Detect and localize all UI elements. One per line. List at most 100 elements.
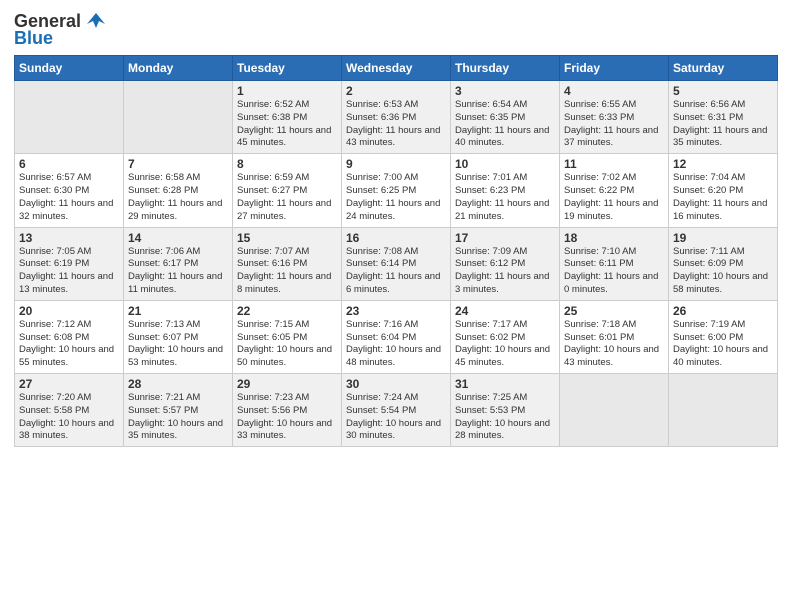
day-number: 12 xyxy=(673,157,773,171)
day-info: Sunrise: 7:05 AM Sunset: 6:19 PM Dayligh… xyxy=(19,246,119,297)
calendar-week-row: 13Sunrise: 7:05 AM Sunset: 6:19 PM Dayli… xyxy=(15,227,778,300)
day-number: 23 xyxy=(346,304,446,318)
weekday-header-wednesday: Wednesday xyxy=(342,56,451,81)
weekday-header-tuesday: Tuesday xyxy=(233,56,342,81)
day-number: 18 xyxy=(564,231,664,245)
day-info: Sunrise: 7:24 AM Sunset: 5:54 PM Dayligh… xyxy=(346,392,446,443)
calendar-cell xyxy=(15,81,124,154)
day-info: Sunrise: 7:07 AM Sunset: 6:16 PM Dayligh… xyxy=(237,246,337,297)
day-number: 21 xyxy=(128,304,228,318)
calendar-cell: 4Sunrise: 6:55 AM Sunset: 6:33 PM Daylig… xyxy=(560,81,669,154)
day-number: 8 xyxy=(237,157,337,171)
day-number: 6 xyxy=(19,157,119,171)
calendar-cell xyxy=(124,81,233,154)
day-number: 9 xyxy=(346,157,446,171)
calendar-cell: 23Sunrise: 7:16 AM Sunset: 6:04 PM Dayli… xyxy=(342,300,451,373)
page-header: General Blue xyxy=(14,10,778,49)
calendar-cell: 25Sunrise: 7:18 AM Sunset: 6:01 PM Dayli… xyxy=(560,300,669,373)
calendar-cell: 2Sunrise: 6:53 AM Sunset: 6:36 PM Daylig… xyxy=(342,81,451,154)
day-number: 15 xyxy=(237,231,337,245)
day-number: 5 xyxy=(673,84,773,98)
calendar-cell: 26Sunrise: 7:19 AM Sunset: 6:00 PM Dayli… xyxy=(669,300,778,373)
day-number: 16 xyxy=(346,231,446,245)
day-number: 30 xyxy=(346,377,446,391)
calendar-cell: 11Sunrise: 7:02 AM Sunset: 6:22 PM Dayli… xyxy=(560,154,669,227)
calendar-week-row: 27Sunrise: 7:20 AM Sunset: 5:58 PM Dayli… xyxy=(15,374,778,447)
logo: General Blue xyxy=(14,10,107,49)
calendar-cell: 16Sunrise: 7:08 AM Sunset: 6:14 PM Dayli… xyxy=(342,227,451,300)
calendar-cell: 22Sunrise: 7:15 AM Sunset: 6:05 PM Dayli… xyxy=(233,300,342,373)
day-info: Sunrise: 6:57 AM Sunset: 6:30 PM Dayligh… xyxy=(19,172,119,223)
day-number: 13 xyxy=(19,231,119,245)
day-info: Sunrise: 7:23 AM Sunset: 5:56 PM Dayligh… xyxy=(237,392,337,443)
day-number: 28 xyxy=(128,377,228,391)
calendar-cell xyxy=(669,374,778,447)
calendar-cell: 18Sunrise: 7:10 AM Sunset: 6:11 PM Dayli… xyxy=(560,227,669,300)
day-info: Sunrise: 6:52 AM Sunset: 6:38 PM Dayligh… xyxy=(237,99,337,150)
day-info: Sunrise: 6:58 AM Sunset: 6:28 PM Dayligh… xyxy=(128,172,228,223)
calendar-cell: 27Sunrise: 7:20 AM Sunset: 5:58 PM Dayli… xyxy=(15,374,124,447)
day-info: Sunrise: 6:56 AM Sunset: 6:31 PM Dayligh… xyxy=(673,99,773,150)
weekday-header-monday: Monday xyxy=(124,56,233,81)
day-info: Sunrise: 6:53 AM Sunset: 6:36 PM Dayligh… xyxy=(346,99,446,150)
calendar-cell: 10Sunrise: 7:01 AM Sunset: 6:23 PM Dayli… xyxy=(451,154,560,227)
calendar-cell: 5Sunrise: 6:56 AM Sunset: 6:31 PM Daylig… xyxy=(669,81,778,154)
day-number: 29 xyxy=(237,377,337,391)
day-number: 25 xyxy=(564,304,664,318)
day-number: 10 xyxy=(455,157,555,171)
calendar-table: SundayMondayTuesdayWednesdayThursdayFrid… xyxy=(14,55,778,447)
calendar-cell: 30Sunrise: 7:24 AM Sunset: 5:54 PM Dayli… xyxy=(342,374,451,447)
calendar-cell: 28Sunrise: 7:21 AM Sunset: 5:57 PM Dayli… xyxy=(124,374,233,447)
day-info: Sunrise: 7:17 AM Sunset: 6:02 PM Dayligh… xyxy=(455,319,555,370)
calendar-cell: 13Sunrise: 7:05 AM Sunset: 6:19 PM Dayli… xyxy=(15,227,124,300)
calendar-cell: 31Sunrise: 7:25 AM Sunset: 5:53 PM Dayli… xyxy=(451,374,560,447)
day-info: Sunrise: 6:59 AM Sunset: 6:27 PM Dayligh… xyxy=(237,172,337,223)
weekday-header-thursday: Thursday xyxy=(451,56,560,81)
calendar-cell: 19Sunrise: 7:11 AM Sunset: 6:09 PM Dayli… xyxy=(669,227,778,300)
day-info: Sunrise: 7:16 AM Sunset: 6:04 PM Dayligh… xyxy=(346,319,446,370)
day-info: Sunrise: 7:19 AM Sunset: 6:00 PM Dayligh… xyxy=(673,319,773,370)
day-number: 20 xyxy=(19,304,119,318)
calendar-week-row: 6Sunrise: 6:57 AM Sunset: 6:30 PM Daylig… xyxy=(15,154,778,227)
day-number: 14 xyxy=(128,231,228,245)
calendar-cell: 12Sunrise: 7:04 AM Sunset: 6:20 PM Dayli… xyxy=(669,154,778,227)
calendar-cell: 14Sunrise: 7:06 AM Sunset: 6:17 PM Dayli… xyxy=(124,227,233,300)
calendar-cell: 3Sunrise: 6:54 AM Sunset: 6:35 PM Daylig… xyxy=(451,81,560,154)
calendar-cell: 24Sunrise: 7:17 AM Sunset: 6:02 PM Dayli… xyxy=(451,300,560,373)
day-info: Sunrise: 7:11 AM Sunset: 6:09 PM Dayligh… xyxy=(673,246,773,297)
day-info: Sunrise: 7:20 AM Sunset: 5:58 PM Dayligh… xyxy=(19,392,119,443)
day-info: Sunrise: 7:00 AM Sunset: 6:25 PM Dayligh… xyxy=(346,172,446,223)
calendar-cell: 15Sunrise: 7:07 AM Sunset: 6:16 PM Dayli… xyxy=(233,227,342,300)
calendar-week-row: 1Sunrise: 6:52 AM Sunset: 6:38 PM Daylig… xyxy=(15,81,778,154)
calendar-cell: 7Sunrise: 6:58 AM Sunset: 6:28 PM Daylig… xyxy=(124,154,233,227)
day-number: 27 xyxy=(19,377,119,391)
day-info: Sunrise: 7:09 AM Sunset: 6:12 PM Dayligh… xyxy=(455,246,555,297)
day-info: Sunrise: 7:04 AM Sunset: 6:20 PM Dayligh… xyxy=(673,172,773,223)
day-number: 24 xyxy=(455,304,555,318)
day-number: 7 xyxy=(128,157,228,171)
day-info: Sunrise: 7:13 AM Sunset: 6:07 PM Dayligh… xyxy=(128,319,228,370)
calendar-cell: 6Sunrise: 6:57 AM Sunset: 6:30 PM Daylig… xyxy=(15,154,124,227)
page-container: General Blue SundayMondayTuesdayWednesda… xyxy=(0,0,792,461)
day-number: 11 xyxy=(564,157,664,171)
day-number: 19 xyxy=(673,231,773,245)
calendar-cell: 17Sunrise: 7:09 AM Sunset: 6:12 PM Dayli… xyxy=(451,227,560,300)
calendar-week-row: 20Sunrise: 7:12 AM Sunset: 6:08 PM Dayli… xyxy=(15,300,778,373)
weekday-header-friday: Friday xyxy=(560,56,669,81)
day-info: Sunrise: 7:12 AM Sunset: 6:08 PM Dayligh… xyxy=(19,319,119,370)
day-info: Sunrise: 6:54 AM Sunset: 6:35 PM Dayligh… xyxy=(455,99,555,150)
day-info: Sunrise: 7:06 AM Sunset: 6:17 PM Dayligh… xyxy=(128,246,228,297)
weekday-header-saturday: Saturday xyxy=(669,56,778,81)
day-info: Sunrise: 7:15 AM Sunset: 6:05 PM Dayligh… xyxy=(237,319,337,370)
day-info: Sunrise: 7:02 AM Sunset: 6:22 PM Dayligh… xyxy=(564,172,664,223)
calendar-cell: 20Sunrise: 7:12 AM Sunset: 6:08 PM Dayli… xyxy=(15,300,124,373)
day-info: Sunrise: 7:01 AM Sunset: 6:23 PM Dayligh… xyxy=(455,172,555,223)
calendar-cell: 21Sunrise: 7:13 AM Sunset: 6:07 PM Dayli… xyxy=(124,300,233,373)
day-info: Sunrise: 7:21 AM Sunset: 5:57 PM Dayligh… xyxy=(128,392,228,443)
calendar-cell: 8Sunrise: 6:59 AM Sunset: 6:27 PM Daylig… xyxy=(233,154,342,227)
day-number: 26 xyxy=(673,304,773,318)
day-number: 1 xyxy=(237,84,337,98)
day-number: 31 xyxy=(455,377,555,391)
day-info: Sunrise: 7:08 AM Sunset: 6:14 PM Dayligh… xyxy=(346,246,446,297)
calendar-cell: 1Sunrise: 6:52 AM Sunset: 6:38 PM Daylig… xyxy=(233,81,342,154)
